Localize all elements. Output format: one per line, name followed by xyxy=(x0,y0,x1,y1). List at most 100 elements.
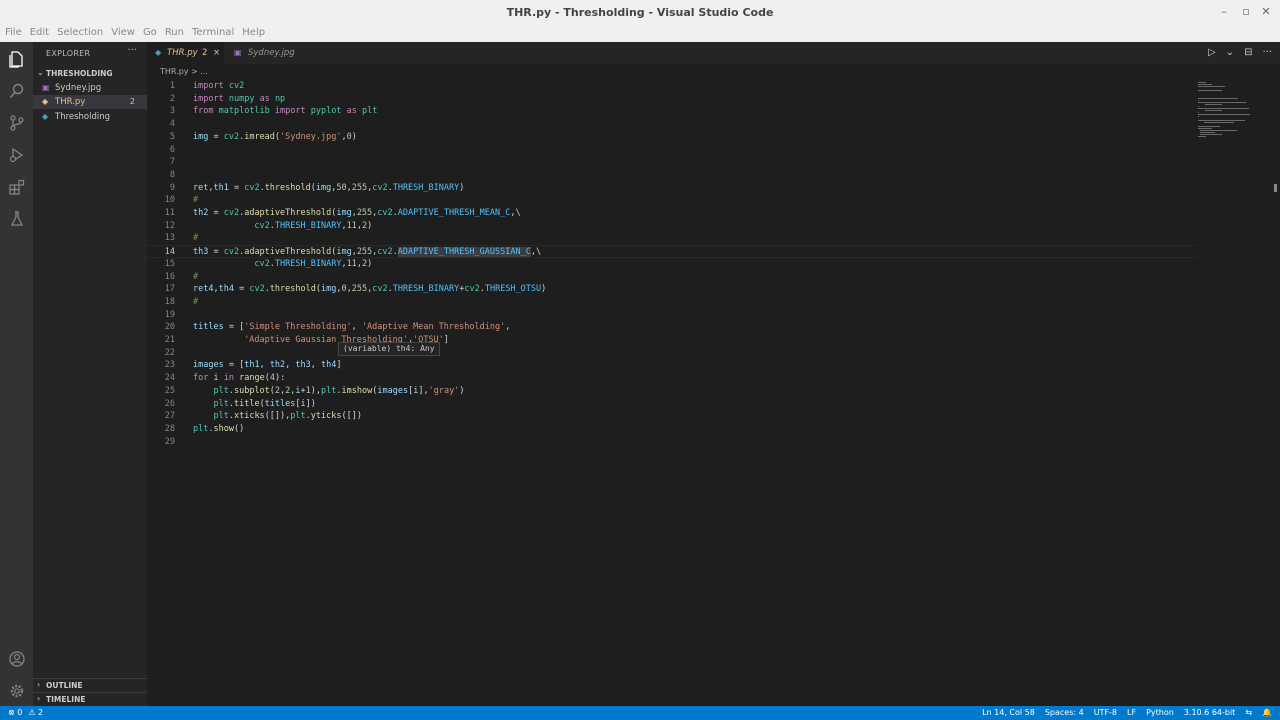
code-line[interactable]: 27 plt.xticks([]),plt.yticks([]) xyxy=(147,410,1197,423)
language-mode[interactable]: Python xyxy=(1146,708,1174,717)
menu-file[interactable]: File xyxy=(5,27,22,38)
search-icon[interactable] xyxy=(6,80,27,101)
menu-go[interactable]: Go xyxy=(143,27,157,38)
folder-thresholding[interactable]: ⌄ THRESHOLDING xyxy=(33,68,147,81)
code-text[interactable]: # xyxy=(193,233,198,243)
testing-icon[interactable] xyxy=(6,208,27,229)
code-text[interactable]: plt.xticks([]),plt.yticks([]) xyxy=(193,411,361,421)
code-line[interactable]: 21 'Adaptive Gaussian Thresholding','OTS… xyxy=(147,334,1197,347)
errors-count[interactable]: ⊗ 0 xyxy=(8,708,22,717)
code-line[interactable]: 11 th2 = cv2.adaptiveThreshold(img,255,cv… xyxy=(147,207,1197,220)
tab-thr-py[interactable]: ◆ THR.py 2 × xyxy=(147,42,224,64)
settings-gear-icon[interactable] xyxy=(6,680,27,701)
menu-selection[interactable]: Selection xyxy=(57,27,103,38)
source-control-icon[interactable] xyxy=(6,112,27,133)
file-sydney-jpg[interactable]: ▣ Sydney.jpg xyxy=(33,81,147,95)
code-text[interactable]: th2 = cv2.adaptiveThreshold(img,255,cv2.… xyxy=(193,208,521,218)
code-line[interactable]: 5 img = cv2.imread('Sydney.jpg',0) xyxy=(147,131,1197,144)
indentation[interactable]: Spaces: 4 xyxy=(1045,708,1084,717)
minimap[interactable] xyxy=(1195,80,1270,150)
code-text[interactable]: img = cv2.imread('Sydney.jpg',0) xyxy=(193,132,357,142)
code-text[interactable]: import cv2 xyxy=(193,81,244,91)
timeline-section[interactable]: › TIMELINE xyxy=(33,692,147,706)
code-line[interactable]: 2 import numpy as np xyxy=(147,93,1197,106)
code-line[interactable]: 17 ret4,th4 = cv2.threshold(img,0,255,cv2… xyxy=(147,283,1197,296)
code-text[interactable]: ret4,th4 = cv2.threshold(img,0,255,cv2.T… xyxy=(193,284,546,294)
code-text[interactable]: titles = ['Simple Thresholding', 'Adapti… xyxy=(193,322,510,332)
code-line[interactable]: 3 from matplotlib import pyplot as plt xyxy=(147,105,1197,118)
code-text[interactable]: for i in range(4): xyxy=(193,373,285,383)
cursor-position[interactable]: Ln 14, Col 58 xyxy=(982,708,1035,717)
more-actions-icon[interactable]: ··· xyxy=(1262,47,1272,58)
code-text[interactable]: # xyxy=(193,297,198,307)
code-line[interactable]: 8 xyxy=(147,169,1197,182)
split-editor-icon[interactable]: ⊟ xyxy=(1244,47,1252,58)
run-file-icon[interactable]: ▷ xyxy=(1208,47,1216,58)
line-number: 20 xyxy=(164,322,175,333)
outline-section[interactable]: › OUTLINE xyxy=(33,678,147,692)
file-encoding[interactable]: UTF-8 xyxy=(1094,708,1117,717)
menu-edit[interactable]: Edit xyxy=(30,27,49,38)
breadcrumb-path[interactable]: THR.py > ... xyxy=(160,67,208,76)
run-debug-icon[interactable] xyxy=(6,144,27,165)
code-text[interactable]: th3 = cv2.adaptiveThreshold(img,255,cv2.… xyxy=(193,247,541,258)
close-tab-icon[interactable]: × xyxy=(213,48,220,58)
code-text[interactable]: ret,th1 = cv2.threshold(img,50,255,cv2.T… xyxy=(193,183,464,193)
code-text[interactable]: from matplotlib import pyplot as plt xyxy=(193,106,377,116)
code-line[interactable]: 25 plt.subplot(2,2,i+1),plt.imshow(image… xyxy=(147,385,1197,398)
close-window-icon[interactable]: ✕ xyxy=(1258,4,1274,20)
code-line[interactable]: 9 ret,th1 = cv2.threshold(img,50,255,cv2.… xyxy=(147,182,1197,195)
code-line[interactable]: 6 xyxy=(147,144,1197,157)
chevron-down-icon[interactable]: ⌄ xyxy=(1226,47,1234,58)
code-line[interactable]: 20 titles = ['Simple Thresholding', 'Adap… xyxy=(147,321,1197,334)
notifications-icon[interactable]: 🔔 xyxy=(1262,708,1272,717)
warnings-count[interactable]: ⚠ 2 xyxy=(28,708,43,717)
code-line[interactable]: 1 import cv2 xyxy=(147,80,1197,93)
maximize-icon[interactable]: ▫ xyxy=(1238,4,1254,20)
file-thresholding[interactable]: ◆ Thresholding xyxy=(33,110,147,124)
line-number: 13 xyxy=(164,233,175,244)
code-line[interactable]: 7 xyxy=(147,156,1197,169)
code-line[interactable]: 24 for i in range(4): xyxy=(147,372,1197,385)
code-text[interactable]: plt.show() xyxy=(193,424,244,434)
explorer-more-icon[interactable]: ··· xyxy=(127,45,137,56)
code-line[interactable]: 10 # xyxy=(147,194,1197,207)
code-line[interactable]: 22 xyxy=(147,347,1197,360)
vertical-scrollbar[interactable] xyxy=(1272,80,1280,706)
code-line[interactable]: 12 cv2.THRESH_BINARY,11,2) xyxy=(147,220,1197,233)
code-text[interactable]: cv2.THRESH_BINARY,11,2) xyxy=(193,259,372,269)
code-text[interactable]: plt.subplot(2,2,i+1),plt.imshow(images[i… xyxy=(193,386,464,396)
python-interpreter[interactable]: 3.10.6 64-bit xyxy=(1184,708,1236,717)
code-line[interactable]: 28 plt.show() xyxy=(147,423,1197,436)
tab-sydney-jpg[interactable]: ▣ Sydney.jpg xyxy=(224,42,304,64)
extensions-icon[interactable] xyxy=(6,176,27,197)
code-line[interactable]: 14 th3 = cv2.adaptiveThreshold(img,255,cv… xyxy=(147,245,1197,258)
menu-view[interactable]: View xyxy=(111,27,135,38)
code-text[interactable]: images = [th1, th2, th3, th4] xyxy=(193,360,342,370)
code-line[interactable]: 29 xyxy=(147,436,1197,449)
code-text[interactable]: import numpy as np xyxy=(193,94,285,104)
code-text[interactable]: # xyxy=(193,272,198,282)
scrollbar-thumb[interactable] xyxy=(1274,184,1277,192)
menu-terminal[interactable]: Terminal xyxy=(192,27,234,38)
code-line[interactable]: 15 cv2.THRESH_BINARY,11,2) xyxy=(147,258,1197,271)
code-line[interactable]: 19 xyxy=(147,309,1197,322)
code-line[interactable]: 16 # xyxy=(147,271,1197,284)
files-icon[interactable] xyxy=(6,48,27,69)
code-line[interactable]: 23 images = [th1, th2, th3, th4] xyxy=(147,359,1197,372)
code-line[interactable]: 13 # xyxy=(147,232,1197,245)
code-line[interactable]: 18 # xyxy=(147,296,1197,309)
code-text[interactable]: plt.title(titles[i]) xyxy=(193,399,315,409)
feedback-icon[interactable]: ⇆ xyxy=(1245,708,1252,717)
code-text[interactable]: cv2.THRESH_BINARY,11,2) xyxy=(193,221,372,231)
end-of-line[interactable]: LF xyxy=(1127,708,1136,717)
code-editor[interactable]: 1 import cv2 2 import numpy as np 3 from matp… xyxy=(147,80,1280,706)
code-line[interactable]: 26 plt.title(titles[i]) xyxy=(147,398,1197,411)
file-thr-py[interactable]: ◆ THR.py 2 xyxy=(33,95,147,109)
menu-run[interactable]: Run xyxy=(165,27,184,38)
account-icon[interactable] xyxy=(6,648,27,669)
code-text[interactable]: # xyxy=(193,195,198,205)
menu-help[interactable]: Help xyxy=(242,27,265,38)
minimize-icon[interactable]: – xyxy=(1216,4,1232,20)
code-line[interactable]: 4 xyxy=(147,118,1197,131)
